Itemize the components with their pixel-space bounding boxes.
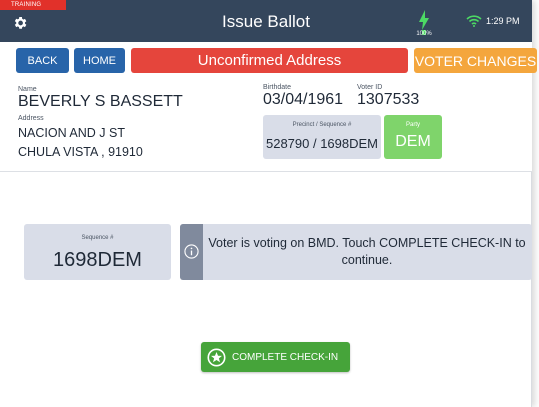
- voter-id-value: 1307533: [357, 91, 420, 108]
- wifi-icon: [466, 15, 482, 27]
- voter-info-panel: Name BEVERLY S BASSETT Birthdate 03/04/1…: [0, 78, 532, 172]
- voter-changes-button[interactable]: VOTER CHANGES: [414, 48, 537, 73]
- precinct-value: 528790 / 1698DEM: [265, 136, 379, 151]
- battery-percent: 100%: [416, 31, 432, 37]
- app-frame: TRAINING Issue Ballot 100% 1:29 PM BACK …: [0, 0, 537, 407]
- name-label: Name: [18, 86, 37, 93]
- address-line2: CHULA VISTA , 91910: [18, 145, 143, 159]
- message-icon-strip: [180, 224, 203, 280]
- complete-check-in-label: COMPLETE CHECK-IN: [232, 351, 339, 363]
- home-button[interactable]: HOME: [74, 48, 125, 73]
- toolbar: BACK HOME Unconfirmed Address VOTER CHAN…: [0, 42, 537, 78]
- info-icon: [184, 244, 199, 259]
- bmd-message-card: Voter is voting on BMD. Touch COMPLETE C…: [180, 224, 532, 280]
- complete-check-in-button[interactable]: COMPLETE CHECK-IN: [201, 342, 350, 372]
- page-title: Issue Ballot: [222, 12, 310, 31]
- status-time: 1:29 PM: [486, 16, 520, 26]
- sequence-label: Sequence #: [81, 235, 114, 241]
- precinct-label: Precinct / Sequence #: [292, 122, 352, 128]
- birthdate-label: Birthdate: [263, 84, 292, 91]
- precinct-box: Precinct / Sequence # 528790 / 1698DEM: [263, 115, 381, 159]
- title-bar: TRAINING Issue Ballot 100% 1:29 PM: [0, 0, 532, 42]
- voter-id-label: Voter ID: [357, 84, 383, 91]
- party-value: DEM: [395, 133, 431, 150]
- back-button[interactable]: BACK: [16, 48, 69, 73]
- party-badge: Party DEM: [384, 115, 442, 159]
- sequence-value: 1698DEM: [53, 249, 142, 271]
- unconfirmed-address-banner: Unconfirmed Address: [131, 48, 408, 73]
- voter-name: BEVERLY S BASSETT: [18, 93, 183, 110]
- sequence-card: Sequence # 1698DEM: [24, 224, 171, 280]
- address-label: Address: [18, 115, 44, 122]
- star-icon: [207, 347, 226, 367]
- training-badge: TRAINING: [0, 0, 66, 10]
- bmd-message-text: Voter is voting on BMD. Touch COMPLETE C…: [208, 236, 526, 267]
- address-line1: NACION AND J ST: [18, 126, 125, 140]
- birthdate-value: 03/04/1961: [263, 91, 344, 108]
- party-label: Party: [405, 122, 420, 128]
